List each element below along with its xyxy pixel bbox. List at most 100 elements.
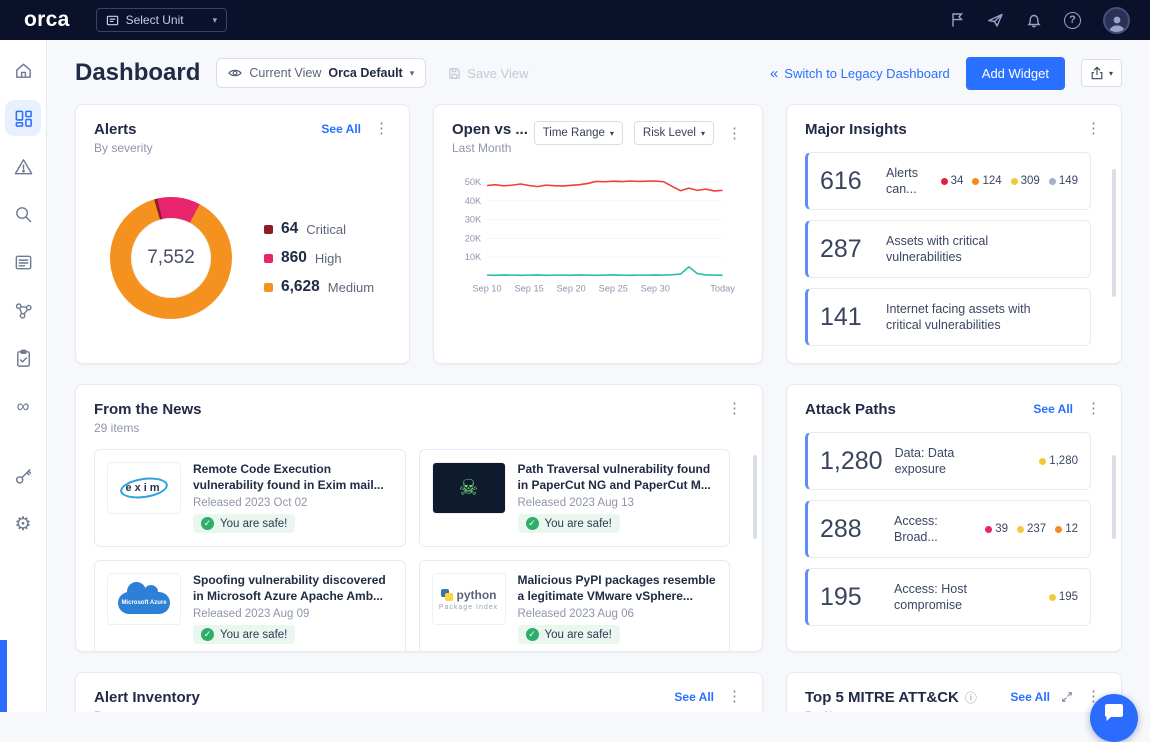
sidebar-item-compliance[interactable] <box>5 340 41 376</box>
insight-item[interactable]: 287 Assets with critical vulnerabilities <box>805 220 1091 278</box>
attack-path-item[interactable]: 1,280 Data: Data exposure 1,280 <box>805 432 1091 490</box>
legend-item-medium[interactable]: 6,628 Medium <box>264 278 374 296</box>
news-title: Spoofing vulnerability discovered in Mic… <box>193 573 393 604</box>
legend-value: 6,628 <box>281 278 320 296</box>
kebab-menu-icon[interactable]: ⋮ <box>1084 121 1103 136</box>
badge-label: You are safe! <box>545 629 612 641</box>
home-icon <box>13 60 34 81</box>
legend-item-critical[interactable]: 64 Critical <box>264 220 374 238</box>
attack-path-value: 195 <box>820 583 882 612</box>
sidebar-item-access[interactable] <box>5 458 41 494</box>
current-view-dropdown[interactable]: Current View Orca Default ▾ <box>216 58 426 88</box>
attack-path-item[interactable]: 195 Access: Host compromise 195 <box>805 568 1091 626</box>
switch-legacy-link[interactable]: « Switch to Legacy Dashboard <box>770 66 950 81</box>
sidebar-item-home[interactable] <box>5 52 41 88</box>
main-content: Dashboard Current View Orca Default ▾ Sa… <box>47 40 1150 712</box>
azure-logo-text: Microsoft Azure <box>121 600 166 606</box>
news-date: Released 2023 Aug 13 <box>518 497 718 509</box>
see-all-link[interactable]: See All <box>321 122 361 136</box>
see-all-link[interactable]: See All <box>674 690 714 704</box>
alerts-total: 7,552 <box>147 247 195 269</box>
widget-title: From the News <box>94 401 202 418</box>
announcement-icon[interactable] <box>987 12 1004 28</box>
add-widget-button[interactable]: Add Widget <box>966 57 1065 90</box>
news-widget: From the News 29 items ⋮ exim Remote Cod… <box>75 384 763 652</box>
svg-text:Sep 30: Sep 30 <box>641 283 670 293</box>
check-icon: ✓ <box>201 517 214 530</box>
severity-dots: 39 237 12 <box>985 523 1078 535</box>
scrollbar[interactable] <box>753 455 757 539</box>
legend-swatch <box>264 283 273 292</box>
kebab-menu-icon[interactable]: ⋮ <box>725 401 744 416</box>
see-all-link[interactable]: See All <box>1010 690 1050 704</box>
scrollbar[interactable] <box>1112 455 1116 539</box>
check-icon: ✓ <box>201 628 214 641</box>
alerts-widget: Alerts By severity See All ⋮ 7,552 <box>75 104 410 364</box>
expand-icon[interactable] <box>1061 691 1073 703</box>
sidebar-item-shift-left[interactable]: ∞ <box>5 388 41 424</box>
open-vs-line-chart[interactable]: 10K20K30K40K50KSep 10Sep 15Sep 20Sep 25S… <box>452 163 744 297</box>
widget-subtitle: 29 items <box>94 421 202 435</box>
avatar[interactable] <box>1103 7 1130 34</box>
chevron-down-icon: ▾ <box>213 15 218 26</box>
switch-legacy-label: Switch to Legacy Dashboard <box>784 66 949 81</box>
svg-text:Today: Today <box>710 283 735 293</box>
dot-count: 309 <box>1021 175 1040 187</box>
help-icon[interactable]: ? <box>1064 12 1081 29</box>
news-card[interactable]: ☠ Path Traversal vulnerability found in … <box>419 449 731 547</box>
status-badge: ✓ You are safe! <box>193 514 295 533</box>
sidebar-item-alerts[interactable] <box>5 148 41 184</box>
flag-icon[interactable] <box>949 12 965 28</box>
info-icon[interactable]: ⓘ <box>965 689 977 706</box>
insights-list: 616 Alerts can... 34 124 309 149 287 Ass… <box>805 152 1103 346</box>
attack-path-label: Access: Broad... <box>894 513 956 546</box>
news-grid: exim Remote Code Execution vulnerability… <box>94 449 744 652</box>
sidebar-item-discovery[interactable] <box>5 196 41 232</box>
news-card[interactable]: exim Remote Code Execution vulnerability… <box>94 449 406 547</box>
see-all-link[interactable]: See All <box>1033 402 1073 416</box>
attack-path-label: Data: Data exposure <box>895 445 987 478</box>
scrollbar[interactable] <box>1112 169 1116 297</box>
kebab-menu-icon[interactable]: ⋮ <box>725 126 744 141</box>
alerts-legend: 64 Critical 860 High 6,628 Medium <box>264 220 374 296</box>
news-card[interactable]: python Package Index Malicious PyPI pack… <box>419 560 731 652</box>
orca-logo[interactable]: orca <box>24 8 70 32</box>
status-badge: ✓ You are safe! <box>518 514 620 533</box>
bell-icon[interactable] <box>1026 12 1042 29</box>
sidebar-item-attack-paths[interactable] <box>5 292 41 328</box>
mitre-widget: Top 5 MITRE ATT&CK ⓘ By Alerts See All ⋮ <box>786 672 1122 712</box>
sidebar-item-inventory[interactable] <box>5 244 41 280</box>
chat-fab-button[interactable] <box>1090 694 1138 742</box>
exim-logo-text: exim <box>125 482 162 494</box>
save-view-button[interactable]: Save View <box>442 65 534 82</box>
news-card[interactable]: Microsoft Azure Spoofing vulnerability d… <box>94 560 406 652</box>
attack-path-item[interactable]: 288 Access: Broad... 39 237 12 <box>805 500 1091 558</box>
kebab-menu-icon[interactable]: ⋮ <box>372 121 391 136</box>
sidebar-item-settings[interactable]: ⚙ <box>5 506 41 542</box>
share-icon <box>1090 66 1104 80</box>
alerts-donut-chart[interactable]: 7,552 <box>110 197 232 319</box>
dashboard-icon <box>13 108 34 129</box>
gear-icon: ⚙ <box>14 515 31 534</box>
kebab-menu-icon[interactable]: ⋮ <box>725 689 744 704</box>
time-range-dropdown[interactable]: Time Range ▾ <box>534 121 623 145</box>
select-unit-dropdown[interactable]: Select Unit ▾ <box>96 8 228 32</box>
legend-item-high[interactable]: 860 High <box>264 249 374 267</box>
sidebar-item-dashboards[interactable] <box>5 100 41 136</box>
badge-label: You are safe! <box>220 629 287 641</box>
risk-level-dropdown[interactable]: Risk Level ▾ <box>634 121 714 145</box>
insight-item[interactable]: 141 Internet facing assets with critical… <box>805 288 1091 346</box>
severity-dot <box>941 178 948 185</box>
widget-subtitle: By severity <box>94 141 153 155</box>
export-button[interactable]: ▾ <box>1081 59 1122 87</box>
legend-value: 64 <box>281 220 298 238</box>
news-thumbnail-exim: exim <box>107 462 181 514</box>
kebab-menu-icon[interactable]: ⋮ <box>1084 401 1103 416</box>
insight-label: Internet facing assets with critical vul… <box>886 301 1066 334</box>
save-view-label: Save View <box>467 66 528 81</box>
legend-label: Critical <box>306 222 346 237</box>
badge-label: You are safe! <box>220 518 287 530</box>
insight-value: 616 <box>820 167 874 196</box>
insight-item[interactable]: 616 Alerts can... 34 124 309 149 <box>805 152 1091 210</box>
infinity-icon: ∞ <box>17 397 30 415</box>
